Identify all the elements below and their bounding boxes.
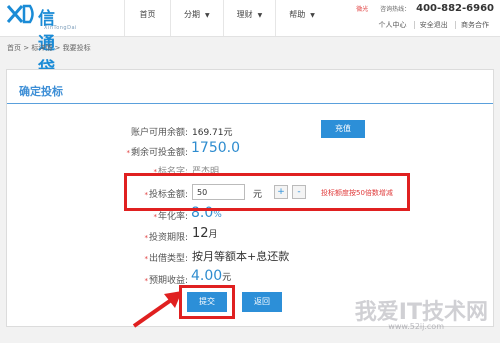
amount-highlight-box bbox=[124, 173, 410, 211]
remaining-amount-label: *剩余可投金额: bbox=[98, 145, 188, 158]
repayment-type-label: *出借类型: bbox=[98, 251, 188, 264]
link-business[interactable]: 商务合作 bbox=[455, 21, 494, 29]
annual-rate-unit: % bbox=[213, 210, 222, 220]
term-value: 12月 bbox=[192, 226, 218, 241]
nav-home[interactable]: 首页 bbox=[124, 0, 170, 36]
expected-earnings-value: 4.00元 bbox=[191, 268, 231, 284]
required-star: * bbox=[144, 277, 148, 285]
user-links: 个人中心 安全退出 商务合作 bbox=[356, 20, 494, 30]
logo-text: 信通袋 bbox=[38, 9, 56, 79]
back-button[interactable]: 返回 bbox=[242, 292, 282, 312]
expected-earnings-label: *预期收益: bbox=[98, 273, 188, 286]
available-balance-label-text: 账户可用余额: bbox=[130, 128, 188, 138]
recharge-button[interactable]: 充值 bbox=[321, 120, 365, 138]
repayment-type-label-text: 出借类型: bbox=[148, 254, 188, 264]
hotline-row: 微光 咨询热线： 400-882-6960 bbox=[356, 3, 494, 14]
expected-earnings-unit: 元 bbox=[222, 273, 232, 283]
nav-installment[interactable]: 分期 ▼ bbox=[170, 0, 223, 36]
remaining-amount-value: 1750.0 bbox=[191, 140, 240, 156]
remaining-amount-label-text: 剩余可投金额: bbox=[130, 148, 188, 158]
nav-installment-label: 分期 bbox=[184, 10, 200, 19]
required-star: * bbox=[153, 213, 157, 221]
panel-title: 确定投标 bbox=[19, 85, 63, 98]
topbar-right: 微光 咨询热线： 400-882-6960 个人中心 安全退出 商务合作 bbox=[356, 3, 494, 30]
new-badge[interactable]: 微光 bbox=[356, 6, 368, 13]
term-label-text: 投资期限: bbox=[148, 233, 188, 243]
required-star: * bbox=[126, 149, 130, 157]
annual-rate-label-text: 年化率: bbox=[157, 212, 188, 222]
watermark-url: www.52ij.com bbox=[388, 322, 444, 331]
required-star: * bbox=[144, 255, 148, 263]
main-nav: 首页 分期 ▼ 理财 ▼ 帮助 ▼ bbox=[124, 0, 328, 36]
available-balance-value: 169.71元 bbox=[192, 128, 233, 138]
caret-down-icon: ▼ bbox=[257, 12, 263, 19]
arrow-icon bbox=[132, 291, 182, 328]
expected-earnings-number: 4.00 bbox=[191, 268, 223, 284]
top-header: 信通袋 XinTongDai 首页 分期 ▼ 理财 ▼ 帮助 ▼ 微光 咨询热线： 4… bbox=[0, 0, 500, 79]
logo-subtext: XinTongDai bbox=[44, 25, 77, 31]
link-logout[interactable]: 安全退出 bbox=[413, 21, 453, 29]
term-unit: 月 bbox=[208, 230, 218, 240]
panel-divider bbox=[7, 103, 493, 104]
repayment-type-value: 按月等额本+息还款 bbox=[192, 250, 290, 263]
breadcrumb[interactable]: 首页 > 标详情 > 我要投标 bbox=[7, 43, 91, 53]
logo-mark-icon bbox=[6, 4, 34, 24]
nav-home-label: 首页 bbox=[139, 10, 156, 19]
required-star: * bbox=[144, 234, 148, 242]
nav-help[interactable]: 帮助 ▼ bbox=[275, 0, 328, 36]
term-label: *投资期限: bbox=[98, 230, 188, 243]
nav-finance[interactable]: 理财 ▼ bbox=[222, 0, 276, 36]
term-number: 12 bbox=[192, 226, 209, 241]
nav-finance-label: 理财 bbox=[236, 10, 253, 19]
caret-down-icon: ▼ bbox=[310, 12, 315, 19]
hotline-label: 咨询热线： bbox=[380, 6, 411, 13]
nav-help-label: 帮助 bbox=[289, 10, 306, 19]
hotline-number: 400-882-6960 bbox=[416, 3, 494, 14]
caret-down-icon: ▼ bbox=[205, 12, 210, 19]
link-user-center[interactable]: 个人中心 bbox=[374, 21, 412, 29]
available-balance-label: 账户可用余额: bbox=[98, 125, 188, 138]
